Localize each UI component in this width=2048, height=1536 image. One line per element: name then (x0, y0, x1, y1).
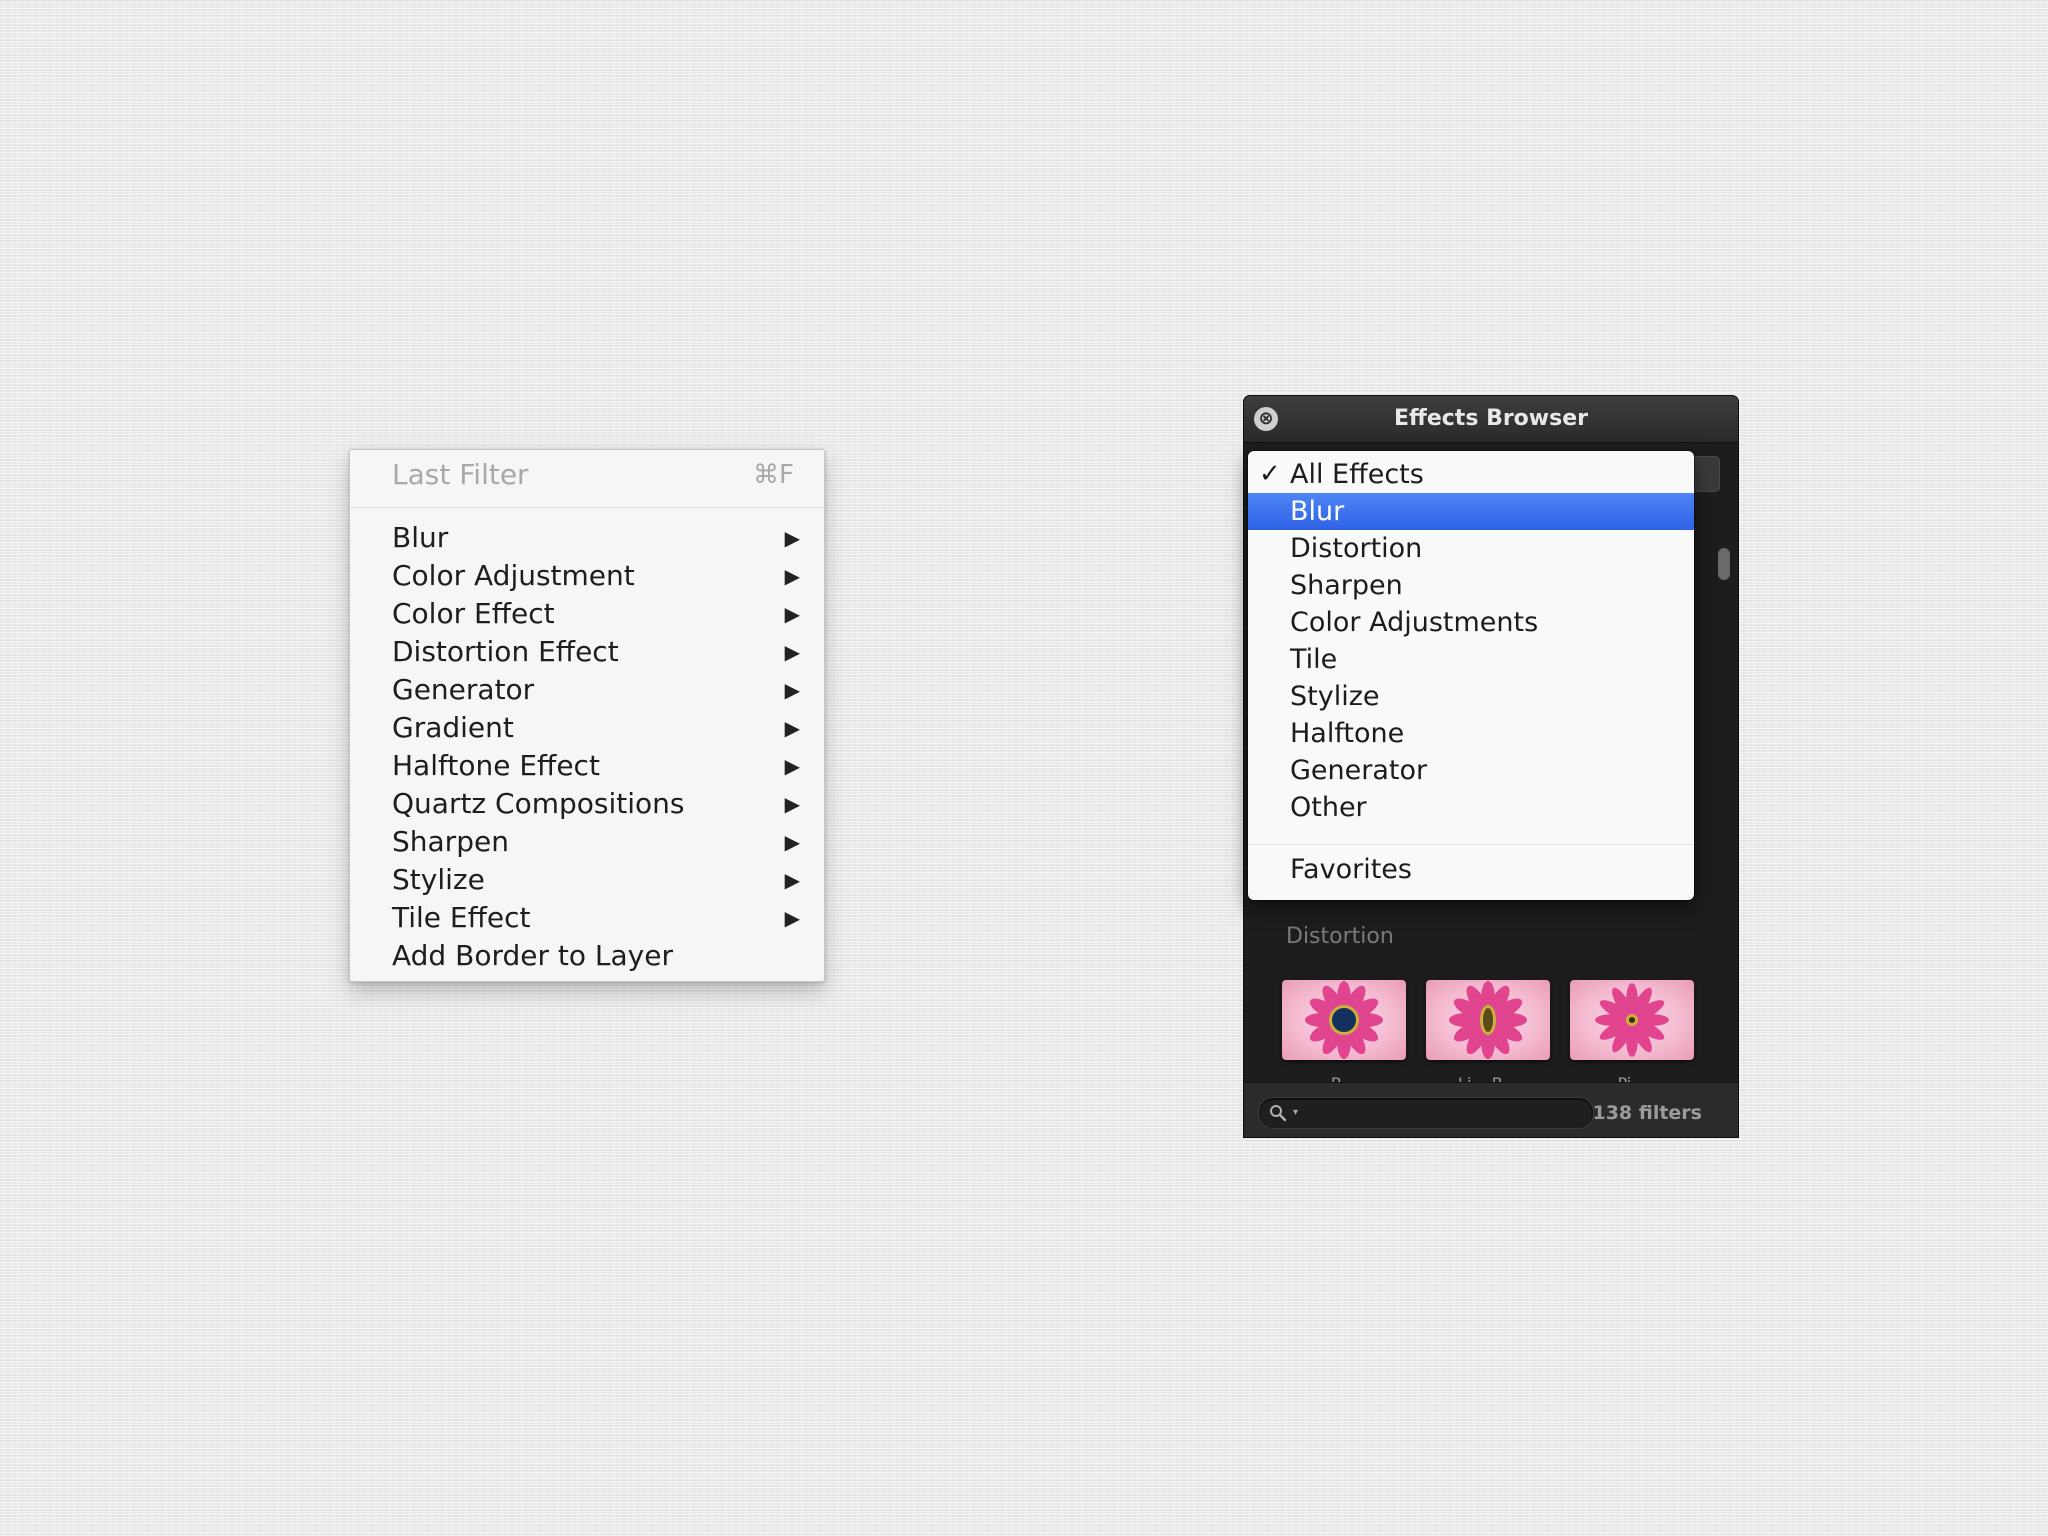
dropdown-item-blur[interactable]: Blur (1248, 493, 1694, 530)
submenu-arrow-icon: ▶ (784, 754, 800, 778)
menu-item-blur[interactable]: Blur ▶ (350, 519, 824, 557)
search-icon[interactable] (1269, 1100, 1287, 1126)
menu-item-label: Color Effect (392, 597, 555, 630)
shortcut-label: ⌘F (753, 460, 794, 490)
dropdown-item-label: Blur (1290, 496, 1345, 527)
submenu-arrow-icon: ▶ (784, 830, 800, 854)
menu-item-label: Quartz Compositions (392, 787, 685, 820)
menu-item-halftone-effect[interactable]: Halftone Effect ▶ (350, 747, 824, 785)
dropdown-item-label: Favorites (1290, 854, 1412, 885)
menu-item-label: Blur (392, 521, 449, 554)
thumbnail-caption: B... (1282, 1074, 1406, 1082)
menu-item-label: Last Filter (392, 458, 529, 491)
submenu-arrow-icon: ▶ (784, 716, 800, 740)
menu-item-label: Tile Effect (392, 901, 531, 934)
menu-item-gradient[interactable]: Gradient ▶ (350, 709, 824, 747)
submenu-arrow-icon: ▶ (784, 602, 800, 626)
dropdown-item-label: Stylize (1290, 681, 1380, 712)
dropdown-item-label: Color Adjustments (1290, 607, 1539, 638)
dropdown-item-label: All Effects (1290, 459, 1424, 490)
submenu-arrow-icon: ▶ (784, 906, 800, 930)
dropdown-separator (1249, 844, 1693, 845)
dropdown-item-other[interactable]: Other (1248, 789, 1694, 826)
submenu-arrow-icon: ▶ (784, 792, 800, 816)
menu-item-tile-effect[interactable]: Tile Effect ▶ (350, 899, 824, 937)
submenu-arrow-icon: ▶ (784, 640, 800, 664)
menu-item-label: Generator (392, 673, 535, 706)
scrollbar-thumb[interactable] (1718, 548, 1730, 580)
menu-item-distortion-effect[interactable]: Distortion Effect ▶ (350, 633, 824, 671)
dropdown-item-distortion[interactable]: Distortion (1248, 530, 1694, 567)
menu-item-last-filter: Last Filter ⌘F (350, 456, 824, 494)
submenu-arrow-icon: ▶ (784, 678, 800, 702)
pink-flower-linear-bump-icon[interactable] (1426, 980, 1550, 1060)
thumbnail-caption: Pi... (1570, 1074, 1694, 1082)
checkmark-icon: ✓ (1259, 459, 1281, 489)
submenu-arrow-icon: ▶ (784, 564, 800, 588)
submenu-arrow-icon: ▶ (784, 526, 800, 550)
section-label-distortion: Distortion (1286, 924, 1394, 949)
filter-menu: Last Filter ⌘F Blur ▶ Color Adjustment ▶… (349, 449, 825, 982)
window-title: Effects Browser (1393, 406, 1588, 431)
thumbnail-caption: Li... B... (1426, 1074, 1550, 1082)
menu-item-add-border-to-layer[interactable]: Add Border to Layer (350, 937, 824, 975)
menu-item-label: Add Border to Layer (392, 939, 673, 972)
menu-item-color-effect[interactable]: Color Effect ▶ (350, 595, 824, 633)
menu-item-sharpen[interactable]: Sharpen ▶ (350, 823, 824, 861)
chevron-down-icon[interactable]: ▾ (1293, 1100, 1298, 1126)
dropdown-item-color-adjustments[interactable]: Color Adjustments (1248, 604, 1694, 641)
dropdown-item-label: Sharpen (1290, 570, 1403, 601)
filter-count-label: 138 filters (1592, 1102, 1702, 1124)
menu-item-color-adjustment[interactable]: Color Adjustment ▶ (350, 557, 824, 595)
submenu-arrow-icon: ▶ (784, 868, 800, 892)
dropdown-item-label: Distortion (1290, 533, 1423, 564)
pink-flower-pinch-icon[interactable] (1570, 980, 1694, 1060)
menu-item-label: Color Adjustment (392, 559, 635, 592)
menu-item-label: Stylize (392, 863, 485, 896)
dropdown-item-stylize[interactable]: Stylize (1248, 678, 1694, 715)
search-input[interactable]: ▾ (1258, 1097, 1594, 1129)
menu-item-label: Sharpen (392, 825, 509, 858)
dropdown-item-all-effects[interactable]: ✓ All Effects (1248, 456, 1694, 493)
dropdown-item-label: Tile (1290, 644, 1338, 675)
title-bar[interactable]: ⊗ Effects Browser (1244, 396, 1738, 443)
dropdown-item-halftone[interactable]: Halftone (1248, 715, 1694, 752)
menu-item-label: Halftone Effect (392, 749, 600, 782)
menu-item-label: Gradient (392, 711, 514, 744)
dropdown-item-tile[interactable]: Tile (1248, 641, 1694, 678)
category-dropdown-menu: ✓ All Effects Blur Distortion Sharpen Co… (1248, 451, 1694, 900)
dropdown-item-sharpen[interactable]: Sharpen (1248, 567, 1694, 604)
pink-flower-bump-icon[interactable] (1282, 980, 1406, 1060)
dropdown-item-favorites[interactable]: Favorites (1248, 851, 1694, 888)
bottom-bar: ▾ 138 filters (1244, 1082, 1738, 1137)
dropdown-item-label: Other (1290, 792, 1367, 823)
menu-item-stylize[interactable]: Stylize ▶ (350, 861, 824, 899)
dropdown-item-label: Generator (1290, 755, 1428, 786)
dropdown-item-generator[interactable]: Generator (1248, 752, 1694, 789)
menu-item-generator[interactable]: Generator ▶ (350, 671, 824, 709)
menu-separator (351, 507, 823, 508)
menu-item-quartz-compositions[interactable]: Quartz Compositions ▶ (350, 785, 824, 823)
menu-item-label: Distortion Effect (392, 635, 619, 668)
dropdown-item-label: Halftone (1290, 718, 1405, 749)
